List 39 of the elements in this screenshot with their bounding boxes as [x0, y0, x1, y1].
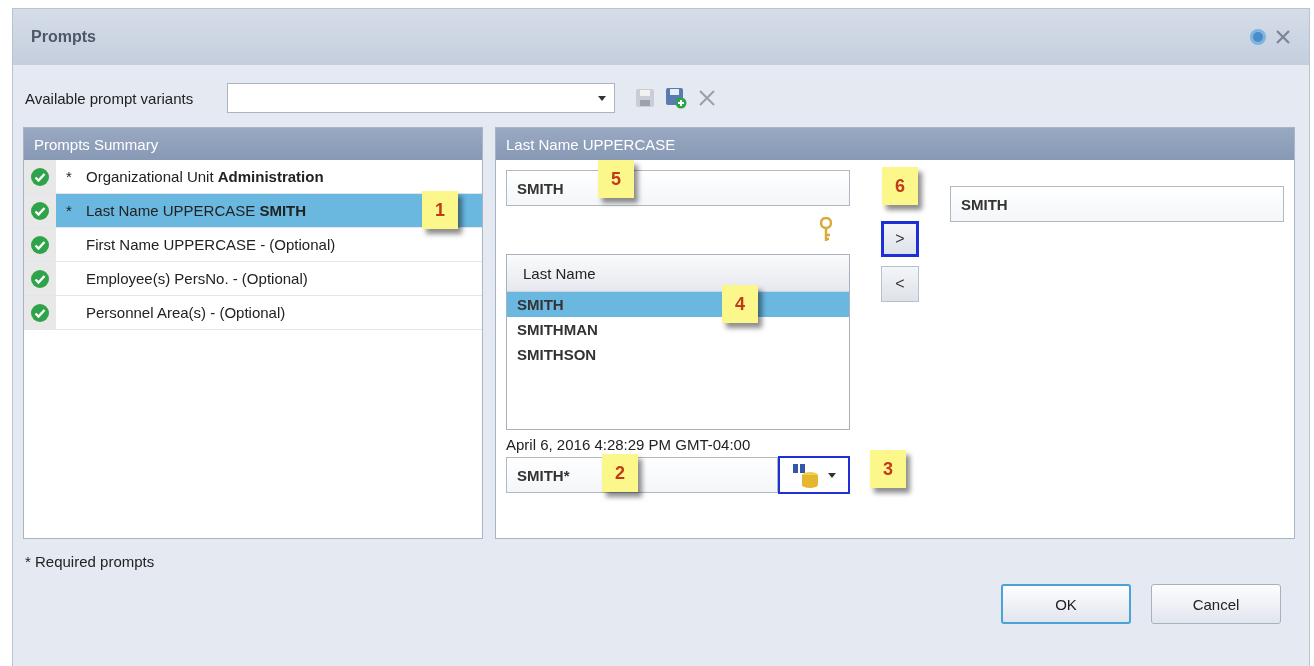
remove-button[interactable]: <: [881, 266, 919, 302]
check-icon: [30, 302, 50, 323]
save-as-icon[interactable]: [665, 87, 688, 109]
dropdown-arrow-icon: [828, 472, 837, 478]
callout-badge: 2: [602, 454, 638, 492]
variants-dropdown[interactable]: [227, 83, 616, 113]
key-icon[interactable]: [820, 217, 832, 243]
prompt-item[interactable]: * Organizational Unit Administration: [56, 160, 482, 193]
save-icon[interactable]: [635, 88, 656, 108]
window-title: Prompts: [31, 28, 96, 46]
required-note: * Required prompts: [25, 553, 156, 570]
close-icon[interactable]: [1275, 29, 1291, 45]
callout-badge: 3: [870, 450, 906, 488]
prompt-item[interactable]: Personnel Area(s) - (Optional): [56, 296, 482, 329]
column-header: Last Name: [507, 255, 849, 292]
help-icon[interactable]: [1249, 28, 1267, 46]
callout-badge: 4: [722, 285, 758, 323]
check-icon: [30, 200, 50, 221]
ok-button[interactable]: OK: [1001, 584, 1131, 624]
panel-header: Last Name UPPERCASE: [496, 128, 1294, 160]
cancel-button[interactable]: Cancel: [1151, 584, 1281, 624]
prompt-item[interactable]: First Name UPPERCASE - (Optional): [56, 228, 482, 261]
callout-badge: 5: [598, 160, 634, 198]
delete-icon[interactable]: [697, 88, 718, 108]
check-icon: [30, 166, 50, 187]
list-item[interactable]: SMITHSON: [507, 342, 849, 367]
search-button[interactable]: [778, 456, 850, 494]
panel-header: Prompts Summary: [24, 128, 482, 160]
timestamp: April 6, 2016 4:28:29 PM GMT-04:00: [506, 436, 752, 453]
prompt-item[interactable]: Employee(s) PersNo. - (Optional): [56, 262, 482, 295]
dropdown-arrow-icon: [598, 95, 607, 101]
selected-value-field[interactable]: SMITH: [950, 186, 1284, 222]
callout-badge: 1: [422, 191, 458, 229]
binoculars-database-icon: [792, 462, 821, 488]
add-button[interactable]: >: [881, 221, 919, 257]
callout-badge: 6: [882, 167, 918, 205]
check-icon: [30, 234, 50, 255]
variants-label: Available prompt variants: [25, 89, 194, 107]
check-icon: [30, 268, 50, 289]
